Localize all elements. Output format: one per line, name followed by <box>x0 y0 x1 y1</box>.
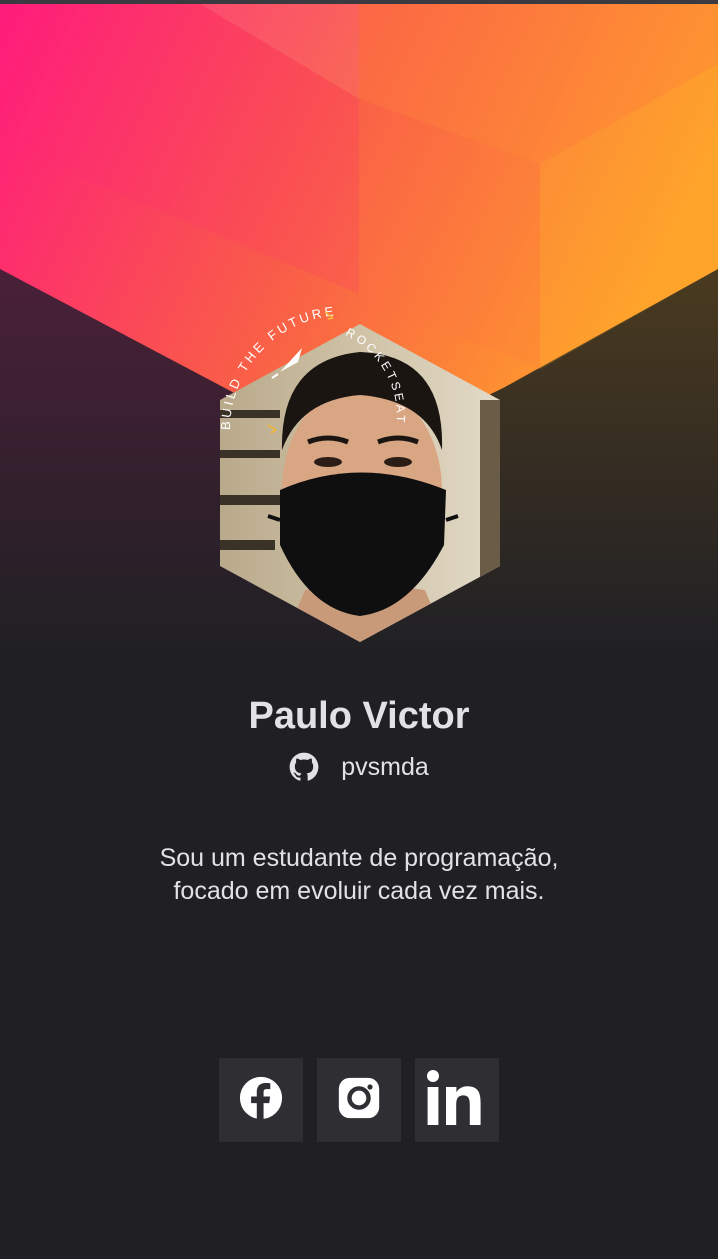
instagram-button[interactable] <box>317 1058 401 1142</box>
social-links <box>0 1058 718 1142</box>
avatar-badge: BUILD THE FUTURE ROCKETSEAT <box>210 290 510 650</box>
github-username[interactable]: pvsmda <box>341 753 429 782</box>
facebook-icon <box>239 1076 283 1125</box>
avatar <box>220 324 500 642</box>
linkedin-icon <box>426 1069 488 1132</box>
profile-name: Paulo Victor <box>248 695 470 737</box>
linkedin-button[interactable] <box>415 1058 499 1142</box>
instagram-icon <box>337 1076 381 1125</box>
github-link[interactable]: pvsmda <box>0 752 718 782</box>
github-icon <box>289 752 319 782</box>
facebook-button[interactable] <box>219 1058 303 1142</box>
profile-bio: Sou um estudante de programação, focado … <box>159 844 559 905</box>
